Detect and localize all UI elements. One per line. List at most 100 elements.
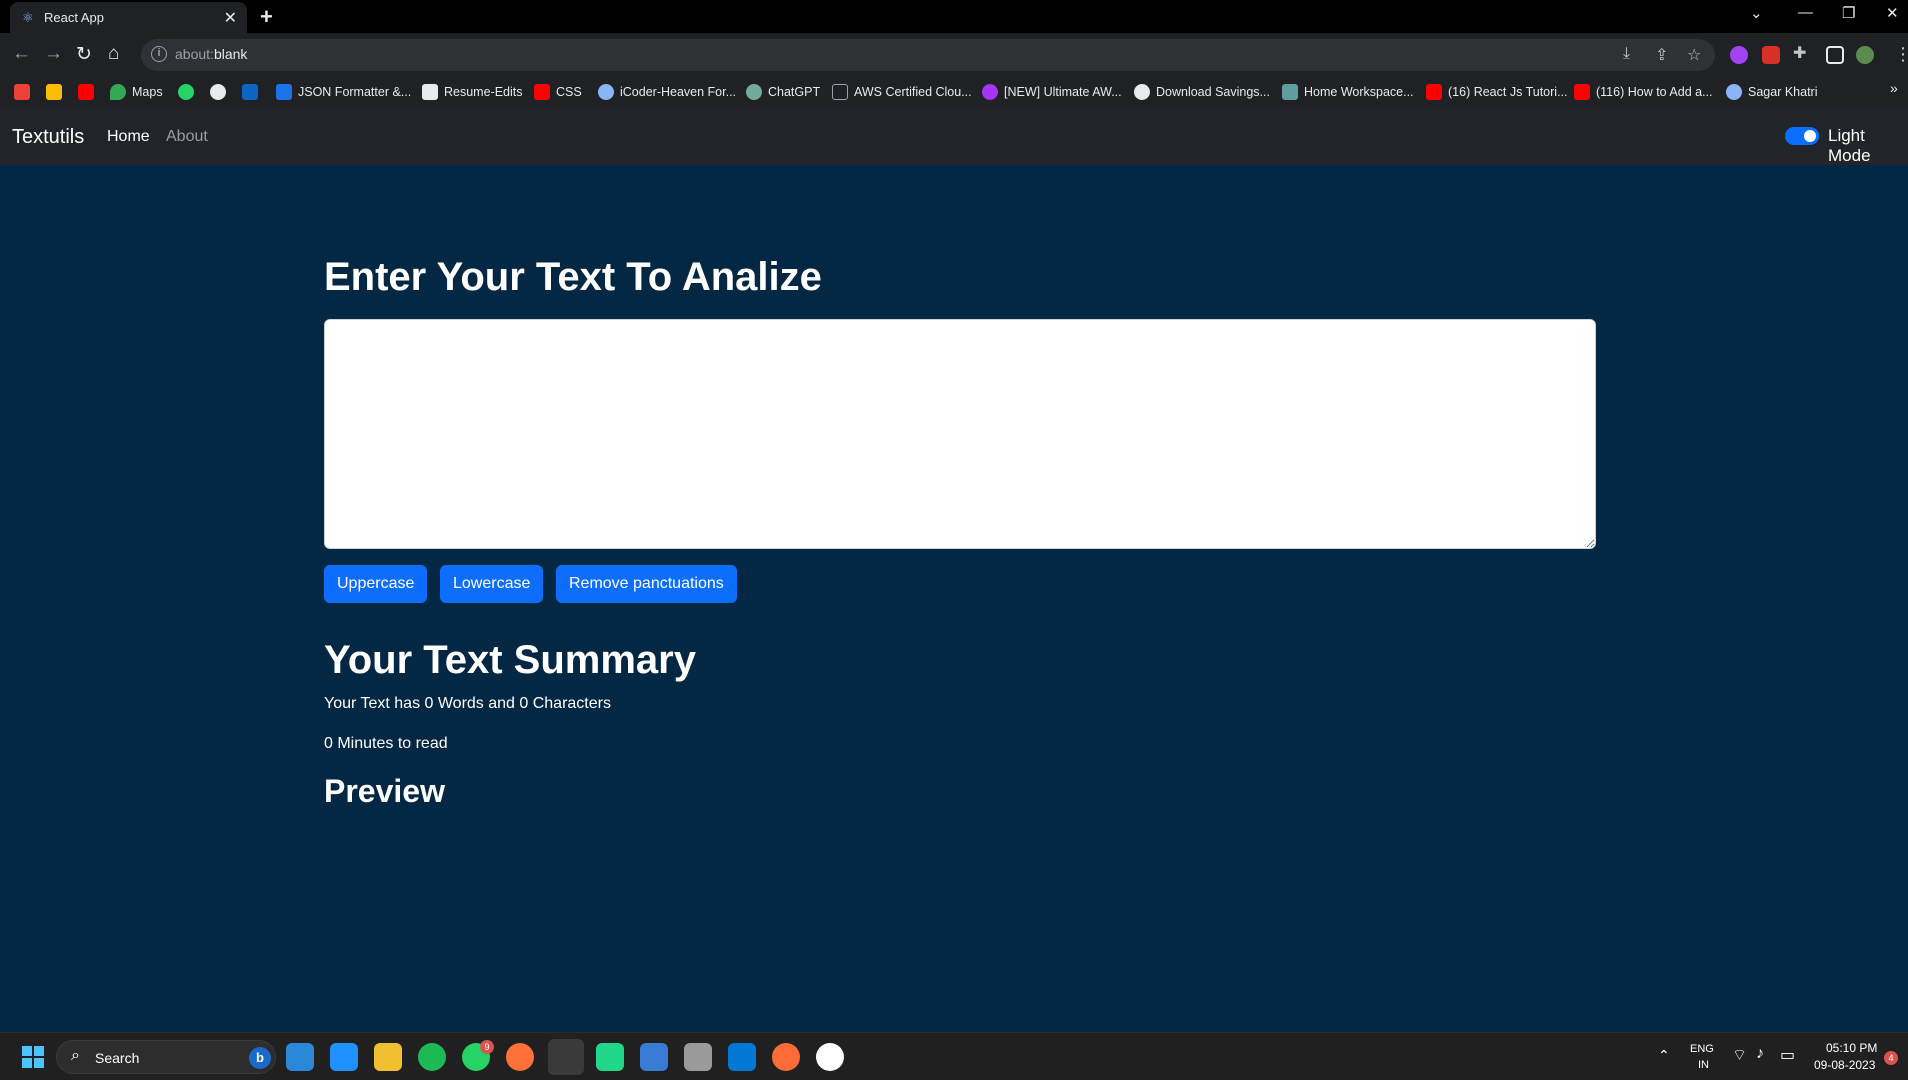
linkedin-icon [242, 84, 258, 100]
home-icon[interactable]: ⌂ [108, 43, 119, 65]
app-navbar: Textutils Home About Light Mode [0, 107, 1908, 165]
mongodb-compass-icon[interactable] [816, 1043, 844, 1071]
tab-search-icon[interactable]: ⌄ [1750, 4, 1763, 22]
tray-overflow-icon[interactable]: ⌃ [1658, 1047, 1670, 1064]
bookmark-youtube[interactable] [78, 82, 94, 102]
postman-icon[interactable] [772, 1043, 800, 1071]
file-explorer-icon[interactable] [374, 1043, 402, 1071]
udemy-icon [982, 84, 998, 100]
forward-icon[interactable]: → [44, 43, 63, 65]
browser-tab[interactable]: ⚛ React App ✕ [10, 2, 247, 33]
taskbar-search[interactable]: ⌕ Search b [56, 1040, 276, 1074]
bookmark-icoder[interactable]: iCoder-Heaven For... [598, 82, 736, 102]
address-bar[interactable]: i about:blank ⤓ ⇪ ☆ [141, 39, 1715, 71]
close-window-icon[interactable]: ✕ [1886, 4, 1899, 22]
play-icon [422, 84, 438, 100]
youtube-icon [1574, 84, 1590, 100]
bookmark-json-formatter[interactable]: JSON Formatter &... [276, 82, 411, 102]
youtube-icon [1426, 84, 1442, 100]
clock-time[interactable]: 05:10 PM [1826, 1041, 1877, 1055]
nav-link-about[interactable]: About [166, 128, 208, 146]
bookmark-aws-certified[interactable]: AWS Certified Clou... [832, 82, 972, 102]
minimize-icon[interactable]: — [1798, 4, 1813, 21]
bookmark-chatgpt[interactable]: ChatGPT [746, 82, 820, 102]
bing-icon[interactable]: b [249, 1047, 271, 1069]
clock-date[interactable]: 09-08-2023 [1814, 1058, 1875, 1072]
mysql-workbench-icon[interactable] [640, 1043, 668, 1071]
nav-link-home[interactable]: Home [107, 128, 150, 146]
language-top[interactable]: ENG [1690, 1043, 1714, 1055]
summary-heading: Your Text Summary [324, 638, 696, 682]
gmail-icon [14, 84, 30, 100]
volume-icon[interactable]: ♪ [1756, 1045, 1764, 1063]
github-icon [210, 84, 226, 100]
pycharm-icon[interactable] [596, 1043, 624, 1071]
language-bottom[interactable]: IN [1698, 1059, 1709, 1071]
notification-badge[interactable]: 4 [1884, 1051, 1898, 1065]
whatsapp-icon [178, 84, 194, 100]
bookmark-download-savings[interactable]: Download Savings... [1134, 82, 1270, 102]
extension-icon[interactable] [1762, 46, 1780, 64]
whatsapp-badge: 9 [480, 1040, 494, 1054]
reload-icon[interactable]: ↻ [76, 43, 92, 66]
remove-punctuations-button[interactable]: Remove panctuations [556, 565, 737, 603]
bookmark-maps[interactable]: Maps [110, 82, 163, 102]
database-icon[interactable] [684, 1043, 712, 1071]
install-icon[interactable]: ⤓ [1623, 45, 1630, 63]
bookmark-home-workspace[interactable]: Home Workspace... [1282, 82, 1414, 102]
workspace-icon [1282, 84, 1298, 100]
preview-heading: Preview [324, 773, 445, 809]
profile-avatar-icon[interactable] [1856, 46, 1874, 64]
side-panel-icon[interactable] [1826, 46, 1844, 64]
windows-start-icon[interactable] [22, 1046, 44, 1068]
bookmark-how-to-add[interactable]: (116) How to Add a... [1574, 82, 1713, 102]
bookmark-star-icon[interactable]: ☆ [1687, 45, 1701, 65]
chrome-icon[interactable] [548, 1039, 584, 1075]
bookmark-css[interactable]: CSS [534, 82, 582, 102]
wifi-icon[interactable]: ⌔ [1732, 1045, 1747, 1065]
restore-icon[interactable]: ❐ [1842, 4, 1855, 22]
navbar-brand[interactable]: Textutils [12, 126, 84, 149]
bookmark-sagar-khatri[interactable]: Sagar Khatri [1726, 82, 1817, 102]
spotify-icon[interactable] [418, 1043, 446, 1071]
menu-kebab-icon[interactable]: ⋮ [1894, 44, 1908, 65]
url-text[interactable]: about:blank [175, 46, 247, 62]
code-icon [598, 84, 614, 100]
bookmark-ultimate-aws[interactable]: [NEW] Ultimate AW... [982, 82, 1122, 102]
extension-icon[interactable] [1730, 46, 1748, 64]
bookmark-resume-edits[interactable]: Resume-Edits [422, 82, 523, 102]
text-input[interactable] [324, 319, 1596, 549]
read-time: 0 Minutes to read [324, 735, 448, 752]
back-icon[interactable]: ← [12, 43, 31, 65]
firefox-icon[interactable] [506, 1043, 534, 1071]
react-icon: ⚛ [22, 10, 34, 25]
bookmark-whatsapp[interactable] [178, 82, 194, 102]
taskbar-app-l-icon[interactable] [286, 1043, 314, 1071]
extensions-puzzle-icon[interactable]: ✚ [1793, 43, 1806, 63]
bookmark-gmail[interactable] [14, 82, 30, 102]
bookmarks-overflow-icon[interactable]: » [1890, 80, 1898, 96]
share-icon[interactable]: ⇪ [1655, 45, 1668, 65]
globe-icon [1134, 84, 1150, 100]
browser-tab-bar: ⚛ React App ✕ + ⌄ — ❐ ✕ [0, 0, 1908, 33]
mail-icon[interactable] [330, 1043, 358, 1071]
search-icon: ⌕ [71, 1047, 80, 1064]
bookmark-drive[interactable] [46, 82, 62, 102]
youtube-icon [534, 84, 550, 100]
check-icon [276, 84, 292, 100]
vscode-icon[interactable] [728, 1043, 756, 1071]
summary-counts: Your Text has 0 Words and 0 Characters [324, 695, 611, 712]
taskbar: ⌕ Search b 9 ⌃ ENG IN ⌔ ♪ ▭ 05:10 PM 09-… [0, 1032, 1908, 1080]
lowercase-button[interactable]: Lowercase [440, 565, 544, 603]
bookmark-react-tutorial[interactable]: (16) React Js Tutori... [1426, 82, 1567, 102]
close-tab-icon[interactable]: ✕ [224, 8, 237, 28]
new-tab-icon[interactable]: + [260, 4, 273, 30]
site-info-icon[interactable]: i [151, 46, 167, 62]
uppercase-button[interactable]: Uppercase [324, 565, 428, 603]
tab-title: React App [44, 10, 104, 25]
bookmark-github[interactable] [210, 82, 226, 102]
page-title: Enter Your Text To Analize [324, 255, 822, 299]
bookmark-linkedin[interactable] [242, 82, 258, 102]
dark-mode-toggle[interactable] [1785, 127, 1819, 145]
battery-icon[interactable]: ▭ [1780, 1045, 1795, 1065]
